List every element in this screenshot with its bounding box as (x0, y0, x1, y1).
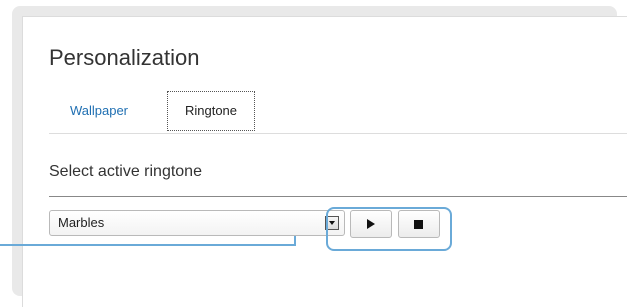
play-button[interactable] (350, 210, 392, 238)
ringtone-select[interactable]: Marbles (49, 210, 345, 236)
personalization-panel: Personalization Wallpaper Ringtone Selec… (22, 16, 627, 307)
play-icon (367, 219, 375, 229)
stop-icon (414, 220, 423, 229)
tab-ringtone[interactable]: Ringtone (167, 91, 255, 131)
chevron-down-icon[interactable] (325, 216, 339, 230)
section-divider (49, 196, 627, 197)
tab-wallpaper[interactable]: Wallpaper (49, 91, 149, 131)
page-title: Personalization (49, 45, 200, 70)
ringtone-select-value: Marbles (58, 215, 105, 230)
stop-button[interactable] (398, 210, 440, 238)
tab-bar: Wallpaper Ringtone (49, 89, 627, 134)
ringtone-section-label: Select active ringtone (49, 163, 202, 180)
